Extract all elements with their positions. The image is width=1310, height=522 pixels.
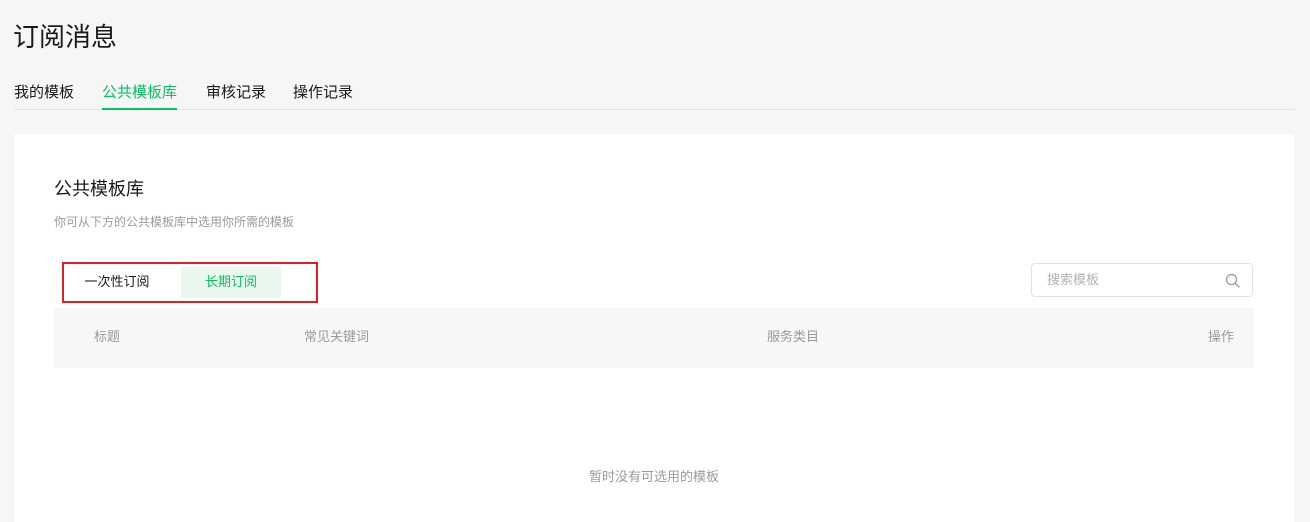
one-time-subscription-button[interactable]: 一次性订阅 [67,267,167,298]
library-card: 公共模板库 你可从下方的公共模板库中选用你所需的模板 一次性订阅 长期订阅 标题… [14,134,1294,522]
column-header-category: 服务类目 [767,330,820,345]
card-description: 你可从下方的公共模板库中选用你所需的模板 [54,215,295,229]
tab-public-library[interactable]: 公共模板库 [102,80,178,110]
tab-operation-records[interactable]: 操作记录 [293,80,353,109]
card-title: 公共模板库 [54,179,144,200]
tab-bar: 我的模板 公共模板库 审核记录 操作记录 [14,80,1295,110]
empty-state-text: 暂时没有可选用的模板 [588,470,719,485]
tab-review-records[interactable]: 审核记录 [206,80,266,109]
table-header: 标题 常见关键词 服务类目 操作 [54,308,1254,368]
column-header-title: 标题 [94,330,121,345]
column-header-keywords: 常见关键词 [304,330,370,345]
long-term-subscription-button[interactable]: 长期订阅 [181,267,281,298]
page: 订阅消息 我的模板 公共模板库 审核记录 操作记录 公共模板库 你可从下方的公共… [0,0,1310,522]
page-title: 订阅消息 [13,23,118,53]
search-input[interactable] [1047,264,1217,296]
search-box [1031,263,1253,297]
column-header-actions: 操作 [1207,330,1234,345]
subscription-type-switch: 一次性订阅 长期订阅 [62,262,318,303]
tab-my-templates[interactable]: 我的模板 [14,80,74,109]
search-icon[interactable] [1225,273,1240,288]
